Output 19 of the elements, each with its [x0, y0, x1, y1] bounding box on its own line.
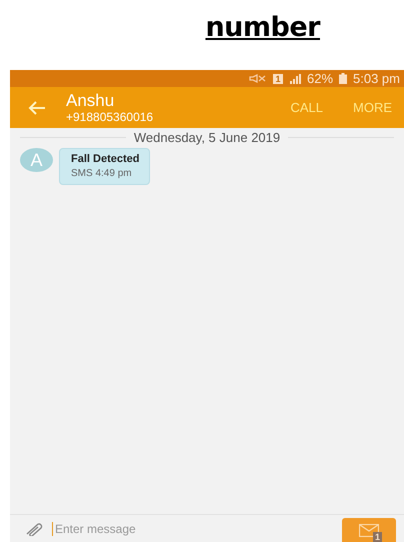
paperclip-icon[interactable]	[24, 522, 44, 536]
back-arrow-icon[interactable]	[28, 100, 46, 114]
header-action[interactable]: CALL	[286, 100, 327, 115]
document-heading: number	[205, 12, 320, 45]
header-action[interactable]: MORE	[349, 100, 396, 115]
status-time: 5:03 pm	[353, 71, 400, 86]
contact-name: Anshu	[66, 90, 116, 110]
battery-percent: 62%	[306, 71, 334, 86]
mute-icon	[248, 74, 267, 83]
contact-avatar: A	[20, 148, 53, 172]
battery-icon	[339, 73, 348, 84]
send-button[interactable]: 1	[342, 518, 396, 542]
message-text: Fall Detected	[71, 152, 140, 166]
date-separator: Wednesday, 5 June 2019	[134, 130, 280, 144]
contact-phone: +918805360016	[66, 110, 154, 124]
message-time: SMS 4:49 pm	[71, 167, 133, 181]
signal-icon	[288, 74, 301, 84]
sim-icon: 1	[272, 74, 283, 84]
message-input[interactable]: Enter message	[52, 522, 334, 536]
